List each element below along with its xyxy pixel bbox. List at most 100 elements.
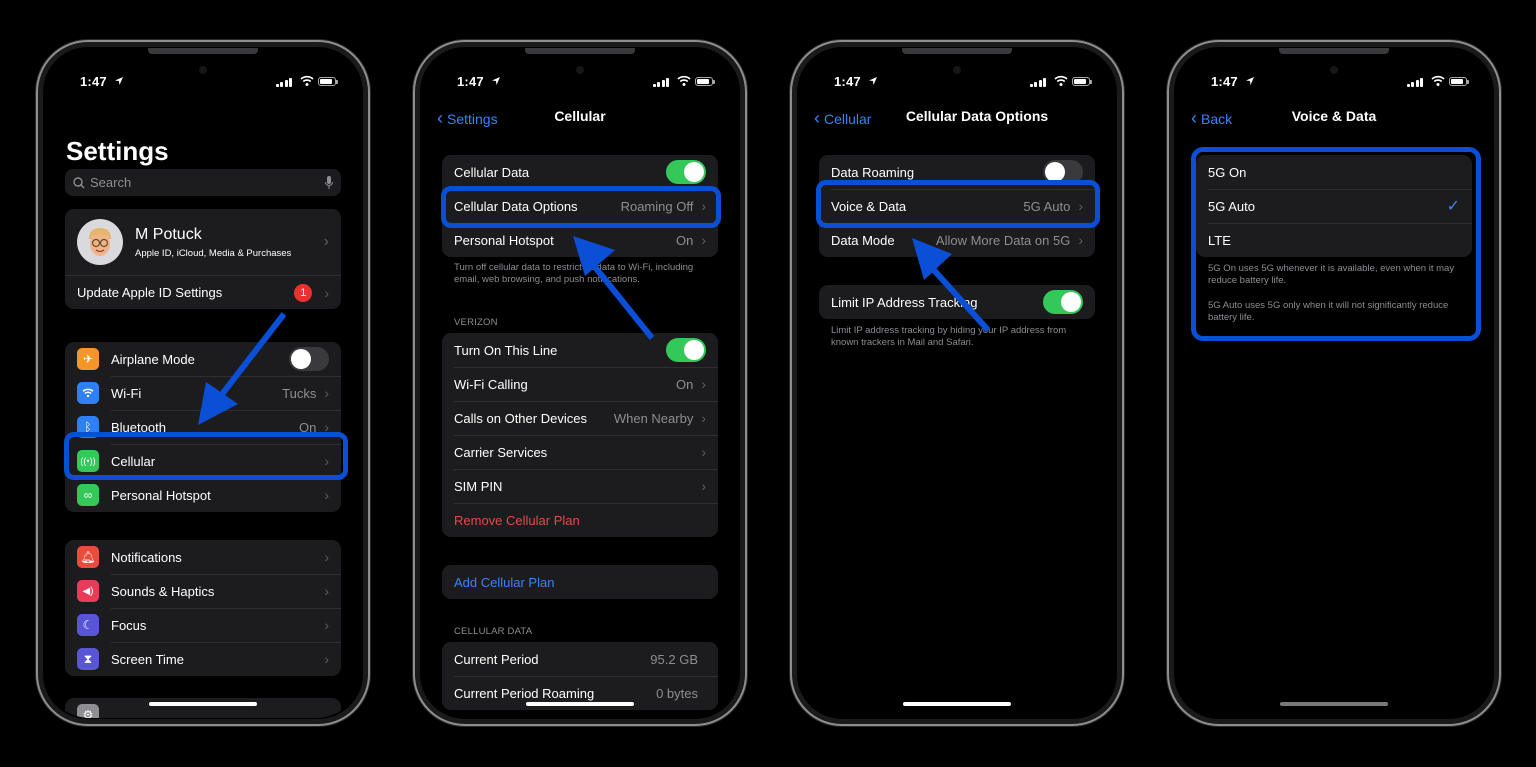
row-label: Personal Hotspot xyxy=(111,487,211,503)
airplane-mode-toggle[interactable] xyxy=(289,347,329,371)
network-options-group: 5G On 5G Auto ✓ LTE xyxy=(1196,155,1472,257)
wifi-icon xyxy=(77,382,99,404)
gear-icon: ⚙ xyxy=(77,704,99,718)
row-label: Add Cellular Plan xyxy=(454,574,555,590)
wifi-status-icon xyxy=(1431,75,1445,86)
row-label: Cellular xyxy=(111,453,156,469)
turn-on-line-row[interactable]: Turn On This Line xyxy=(442,333,718,367)
nav-bar: ‹ Settings Cellular xyxy=(421,106,739,128)
status-time: 1:47 xyxy=(80,74,107,89)
status-bar: 1:47 xyxy=(421,74,739,92)
phone-voice-data: 1:47 ‹ Back Voice & Data 5G On 5G Auto ✓ … xyxy=(1167,40,1501,726)
turn-on-line-toggle[interactable] xyxy=(666,338,706,362)
data-roaming-row[interactable]: Data Roaming xyxy=(819,155,1095,189)
data-roaming-toggle[interactable] xyxy=(1043,160,1083,184)
wifi-calling-row[interactable]: Wi-Fi Calling On › xyxy=(442,367,718,401)
data-options-group: Data Roaming Voice & Data 5G Auto › Data… xyxy=(819,155,1095,257)
status-time: 1:47 xyxy=(457,74,484,89)
add-cellular-plan-button[interactable]: Add Cellular Plan xyxy=(442,565,718,599)
settings-row-cellular[interactable]: ((•)) Cellular › xyxy=(65,444,341,478)
settings-row-sounds-haptics[interactable]: ◀︎) Sounds & Haptics › xyxy=(65,574,341,608)
option-lte[interactable]: LTE xyxy=(1196,223,1472,257)
home-indicator[interactable] xyxy=(903,702,1011,706)
chevron-right-icon: › xyxy=(324,651,329,667)
page-title: Settings xyxy=(66,136,169,166)
bluetooth-icon: ᛒ xyxy=(77,416,99,438)
home-indicator[interactable] xyxy=(1280,702,1388,706)
verizon-group: Turn On This Line Wi-Fi Calling On › Cal… xyxy=(442,333,718,537)
carrier-services-row[interactable]: Carrier Services › xyxy=(442,435,718,469)
section-header-cellular-data: CELLULAR DATA xyxy=(454,626,533,637)
settings-row-screen-time[interactable]: ⧗ Screen Time › xyxy=(65,642,341,676)
row-value: On xyxy=(675,376,694,392)
update-apple-id-row[interactable]: Update Apple ID Settings 1 › xyxy=(65,275,341,309)
5g-on-description: 5G On uses 5G whenever it is available, … xyxy=(1208,263,1455,286)
row-label: Data Roaming xyxy=(831,164,915,180)
home-indicator[interactable] xyxy=(526,702,634,706)
profile-group: M Potuck Apple ID, iCloud, Media & Purch… xyxy=(65,209,341,309)
notch xyxy=(148,48,258,54)
row-label: Data Mode xyxy=(831,232,895,248)
microphone-icon[interactable] xyxy=(325,176,333,189)
settings-row-focus[interactable]: ☾ Focus › xyxy=(65,608,341,642)
row-label: Airplane Mode xyxy=(111,351,195,367)
phone-cellular: 1:47 ‹ Settings Cellular Cellular Data Ce… xyxy=(413,40,747,726)
row-value: Allow More Data on 5G xyxy=(935,232,1071,248)
settings-row-airplane-mode[interactable]: ✈ Airplane Mode xyxy=(65,342,341,376)
screen: 1:47 Settings Search M Potuck Apple ID, … xyxy=(44,48,362,718)
settings-row-notifications[interactable]: 🔔︎ Notifications › xyxy=(65,540,341,574)
row-label: Wi-Fi Calling xyxy=(454,376,528,392)
settings-row-personal-hotspot[interactable]: ∞ Personal Hotspot › xyxy=(65,478,341,512)
row-label: Sounds & Haptics xyxy=(111,583,215,599)
option-5g-on[interactable]: 5G On xyxy=(1196,155,1472,189)
chevron-right-icon: › xyxy=(324,453,329,469)
limit-ip-tracking-toggle[interactable] xyxy=(1043,290,1083,314)
current-period-row: Current Period 95.2 GB xyxy=(442,642,718,676)
status-bar: 1:47 xyxy=(798,74,1116,92)
cellular-data-footer: Turn off cellular data to restrict all d… xyxy=(454,262,694,285)
remove-cellular-plan-button[interactable]: Remove Cellular Plan xyxy=(442,503,718,537)
data-mode-row[interactable]: Data Mode Allow More Data on 5G › xyxy=(819,223,1095,257)
location-icon xyxy=(1246,77,1254,85)
chevron-right-icon: › xyxy=(324,487,329,503)
cellular-group: Cellular Data Cellular Data Options Roam… xyxy=(442,155,718,257)
search-field[interactable]: Search xyxy=(65,169,341,196)
signal-icon xyxy=(275,77,292,87)
voice-data-row[interactable]: Voice & Data 5G Auto › xyxy=(819,189,1095,223)
row-label: LTE xyxy=(1208,232,1231,248)
option-5g-auto[interactable]: 5G Auto ✓ xyxy=(1196,189,1472,223)
apple-id-row[interactable]: M Potuck Apple ID, iCloud, Media & Purch… xyxy=(65,209,341,275)
ip-tracking-group: Limit IP Address Tracking xyxy=(819,285,1095,319)
row-label: Cellular Data Options xyxy=(454,198,578,214)
nav-title: Voice & Data xyxy=(1291,108,1377,124)
limit-ip-tracking-row[interactable]: Limit IP Address Tracking xyxy=(819,285,1095,319)
chevron-right-icon: › xyxy=(1078,198,1083,214)
status-time: 1:47 xyxy=(834,74,861,89)
sim-pin-row[interactable]: SIM PIN › xyxy=(442,469,718,503)
antenna-icon: ((•)) xyxy=(77,450,99,472)
cellular-data-row[interactable]: Cellular Data xyxy=(442,155,718,189)
row-label: Carrier Services xyxy=(454,444,548,460)
home-indicator[interactable] xyxy=(149,702,257,706)
calls-other-devices-row[interactable]: Calls on Other Devices When Nearby › xyxy=(442,401,718,435)
row-value: 0 bytes xyxy=(656,685,698,701)
notification-badge: 1 xyxy=(294,283,313,302)
row-label: 5G Auto xyxy=(1208,198,1255,214)
row-label: 5G On xyxy=(1208,164,1247,180)
chevron-right-icon: › xyxy=(324,583,329,599)
settings-row-wifi[interactable]: Wi-Fi Tucks › xyxy=(65,376,341,410)
chevron-right-icon: › xyxy=(323,233,329,250)
personal-hotspot-row[interactable]: Personal Hotspot On › xyxy=(442,223,718,257)
battery-icon xyxy=(1072,77,1092,86)
row-label: Voice & Data xyxy=(831,198,907,214)
row-label: Notifications xyxy=(111,549,182,565)
chevron-right-icon: › xyxy=(324,419,329,435)
chevron-right-icon: › xyxy=(1078,232,1083,248)
settings-row-bluetooth[interactable]: ᛒ Bluetooth On › xyxy=(65,410,341,444)
status-time: 1:47 xyxy=(1211,74,1238,89)
profile-subtitle: Apple ID, iCloud, Media & Purchases xyxy=(135,247,292,259)
cellular-data-toggle[interactable] xyxy=(666,160,706,184)
chevron-right-icon: › xyxy=(701,478,706,494)
cellular-data-options-row[interactable]: Cellular Data Options Roaming Off › xyxy=(442,189,718,223)
phone-settings: 1:47 Settings Search M Potuck Apple ID, … xyxy=(36,40,370,726)
